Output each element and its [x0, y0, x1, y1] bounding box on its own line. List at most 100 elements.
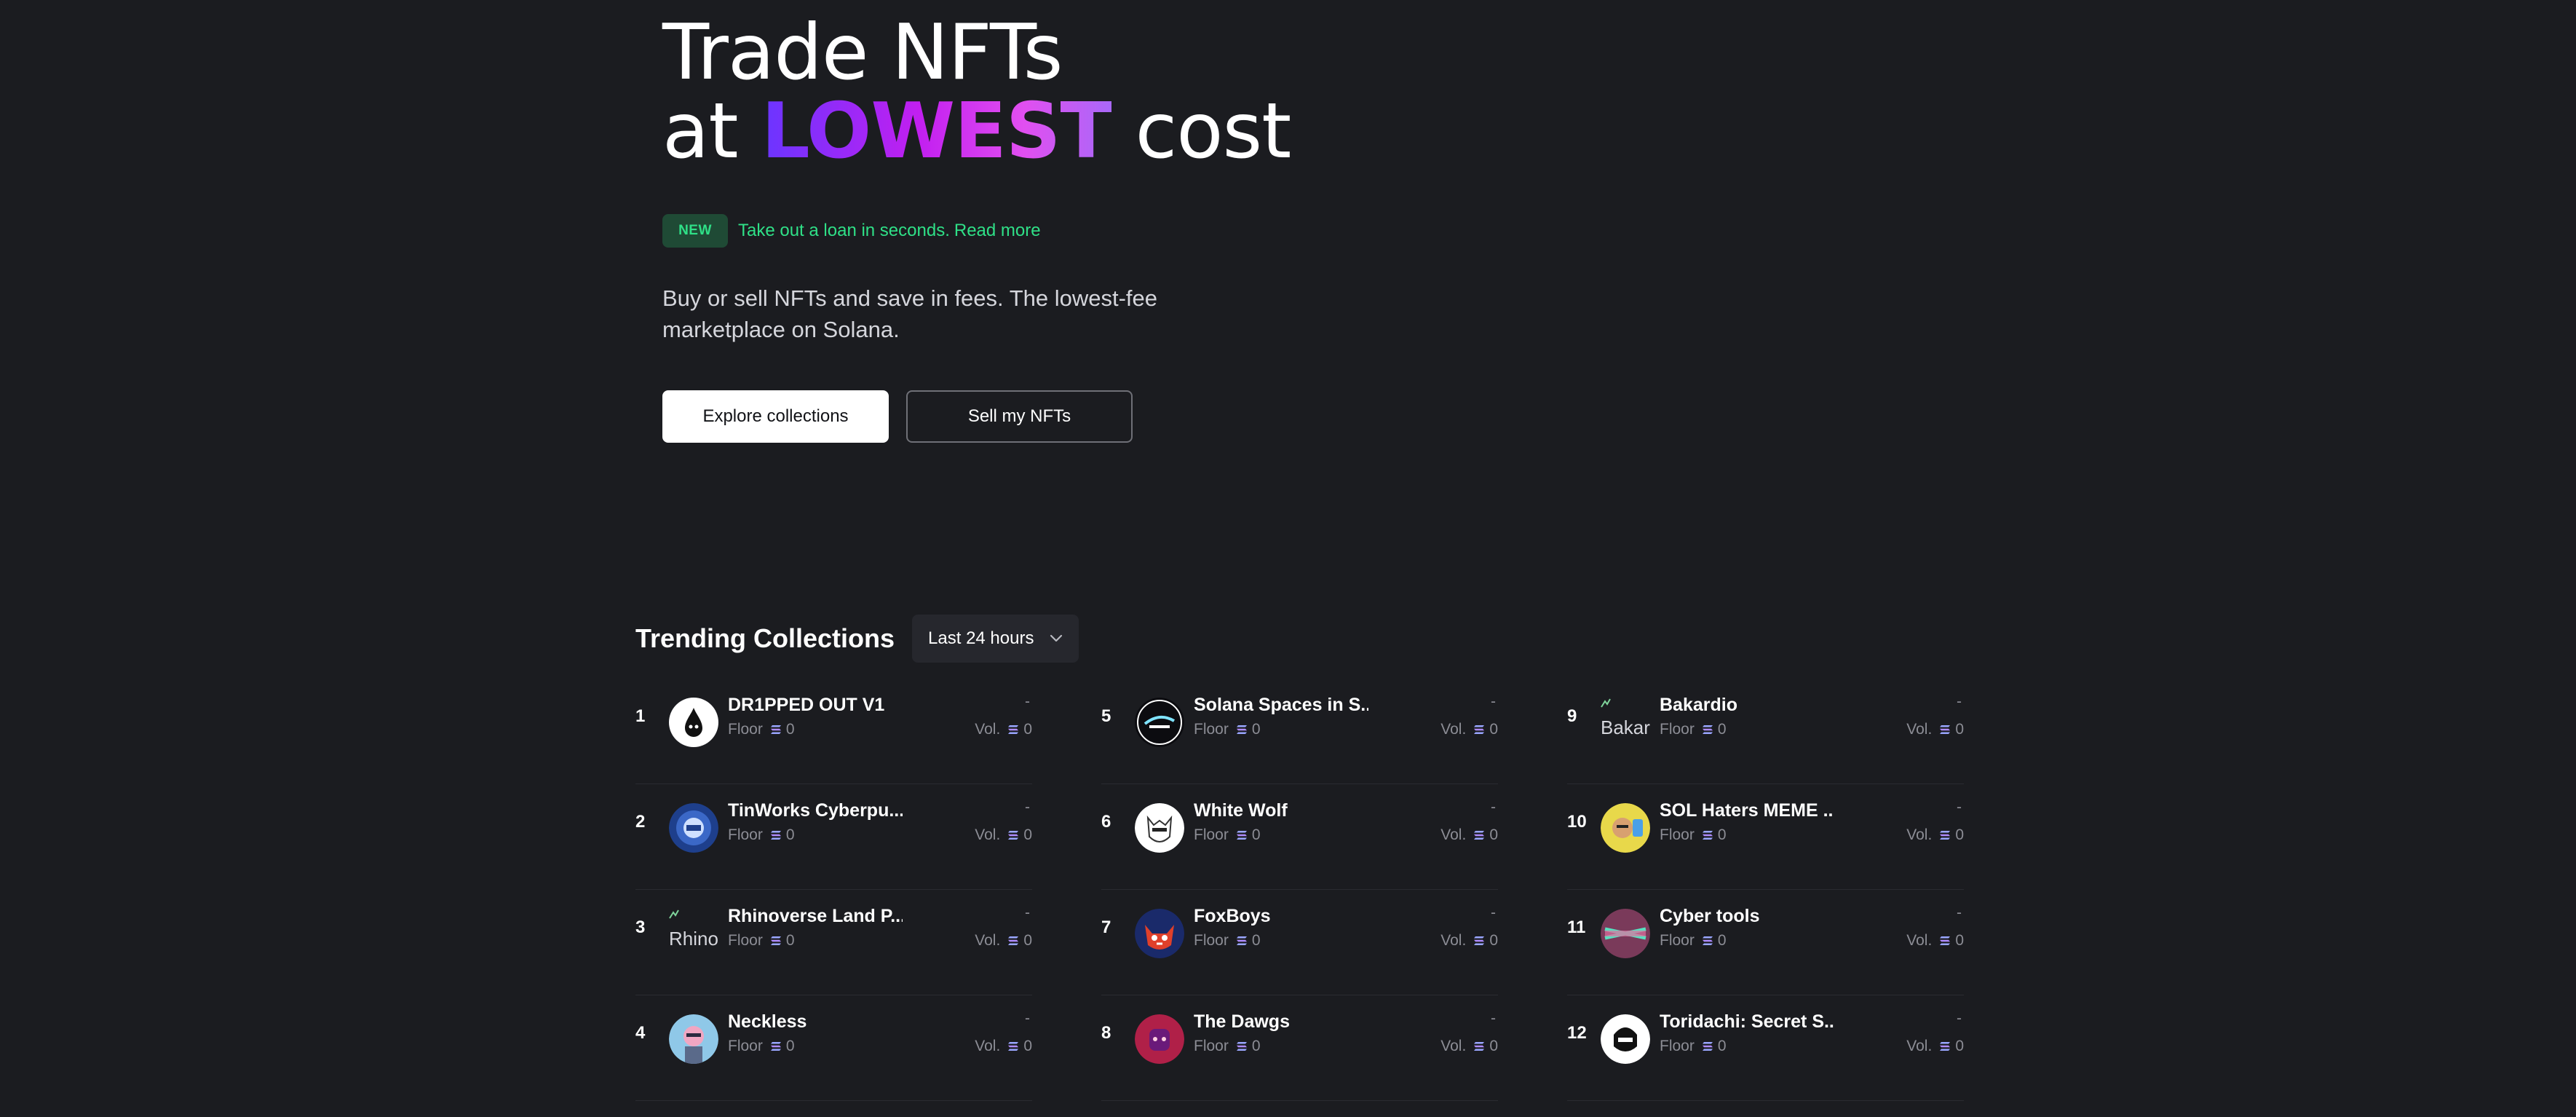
- broken-image-icon: Rhinov: [669, 909, 718, 958]
- collection-floor: Floor 0: [1660, 721, 1727, 738]
- collection-avatar: [1601, 1014, 1650, 1064]
- collection-change: -: [1957, 1010, 1962, 1027]
- floor-value: 0: [785, 1038, 795, 1054]
- collection-row[interactable]: 12 Toridachi: Secret S... Floor 0 - Vol.: [1567, 995, 1964, 1101]
- collection-volume: Vol. 0: [1906, 721, 1964, 738]
- floor-label: Floor: [1194, 721, 1229, 738]
- solana-icon: [1939, 1041, 1951, 1051]
- vol-value: 0: [1955, 932, 1964, 949]
- trending-column-2: 5 Solana Spaces in S... Floor 0 - Vol. 0…: [1101, 679, 1498, 1101]
- vol-label: Vol.: [975, 1038, 1001, 1054]
- collection-volume: Vol. 0: [1440, 932, 1498, 950]
- solana-icon: [1939, 725, 1951, 735]
- floor-value: 0: [1717, 721, 1727, 738]
- hero-title-line-1: Trade NFTs: [662, 8, 1063, 97]
- collection-row[interactable]: 10 SOL Haters MEME ... Floor 0 - Vol. 0: [1567, 784, 1964, 890]
- floor-value: 0: [785, 826, 795, 843]
- announcement-message: Take out a loan in seconds.: [738, 221, 950, 240]
- collection-name: White Wolf: [1194, 800, 1288, 821]
- collection-row[interactable]: 9 Bakard Bakardio Floor 0 - Vol.: [1567, 679, 1964, 784]
- solana-icon: [1007, 725, 1019, 735]
- floor-label: Floor: [728, 826, 763, 843]
- collection-name: FoxBoys: [1194, 906, 1271, 926]
- solana-icon: [1702, 725, 1713, 735]
- period-dropdown[interactable]: Last 24 hours: [912, 615, 1079, 663]
- collection-row[interactable]: 5 Solana Spaces in S... Floor 0 - Vol. 0: [1101, 679, 1498, 784]
- vol-value: 0: [1023, 721, 1032, 738]
- collection-name: Rhinoverse Land P...: [728, 906, 903, 926]
- solana-icon: [770, 936, 782, 946]
- collection-row[interactable]: 11 Cyber tools Floor 0 - Vol. 0: [1567, 890, 1964, 995]
- vol-value: 0: [1489, 721, 1498, 738]
- collection-row[interactable]: 4 Neckless Floor 0 - Vol. 0: [635, 995, 1032, 1101]
- vol-label: Vol.: [1906, 932, 1933, 949]
- collection-floor: Floor 0: [1660, 826, 1727, 844]
- floor-value: 0: [1251, 826, 1261, 843]
- collection-row[interactable]: 6 White Wolf Floor 0 - Vol. 0: [1101, 784, 1498, 890]
- collection-change: -: [1957, 799, 1962, 816]
- collection-volume: Vol. 0: [1906, 1038, 1964, 1055]
- collection-name: Solana Spaces in S...: [1194, 695, 1368, 715]
- avatar-alt-text: Rhinov: [669, 928, 718, 950]
- collection-rank: 3: [635, 917, 646, 937]
- announcement-text: Take out a loan in seconds. Read more: [738, 221, 1041, 241]
- collection-row[interactable]: 1 DR1PPED OUT V1 Floor 0 - Vol. 0: [635, 679, 1032, 784]
- hero-section: Trade NFTs at LOWEST cost NEW Take out a…: [662, 13, 1681, 443]
- solana-icon: [1007, 830, 1019, 840]
- hero-description: Buy or sell NFTs and save in fees. The l…: [662, 285, 1158, 342]
- solana-icon: [1702, 1041, 1713, 1051]
- trending-header: Trending Collections Last 24 hours: [635, 615, 1967, 663]
- collection-change: -: [1491, 904, 1496, 921]
- collection-volume: Vol. 0: [1440, 826, 1498, 844]
- collection-change: -: [1025, 904, 1030, 921]
- collection-floor: Floor 0: [728, 826, 795, 844]
- floor-label: Floor: [728, 721, 763, 738]
- floor-label: Floor: [728, 932, 763, 949]
- new-badge: NEW: [662, 214, 728, 248]
- solana-icon: [770, 830, 782, 840]
- collection-volume: Vol. 0: [975, 1038, 1032, 1055]
- collection-row[interactable]: 8 The Dawgs Floor 0 - Vol. 0: [1101, 995, 1498, 1101]
- collection-avatar: [669, 698, 718, 747]
- collection-row[interactable]: 7 FoxBoys Floor 0 - Vol. 0: [1101, 890, 1498, 995]
- collection-rank: 1: [635, 706, 646, 726]
- vol-label: Vol.: [1440, 721, 1467, 738]
- collection-floor: Floor 0: [728, 932, 795, 950]
- solana-icon: [1473, 830, 1485, 840]
- explore-collections-button[interactable]: Explore collections: [662, 390, 889, 443]
- vol-value: 0: [1955, 721, 1964, 738]
- collection-name: The Dawgs: [1194, 1011, 1290, 1032]
- collection-floor: Floor 0: [728, 721, 795, 738]
- collection-row[interactable]: 3 Rhinov Rhinoverse Land P... Floor 0 - …: [635, 890, 1032, 995]
- read-more-link[interactable]: Read more: [954, 221, 1041, 240]
- vol-label: Vol.: [1440, 932, 1467, 949]
- solana-icon: [1473, 936, 1485, 946]
- vol-value: 0: [1023, 1038, 1032, 1054]
- floor-label: Floor: [1660, 721, 1695, 738]
- collection-volume: Vol. 0: [1906, 826, 1964, 844]
- collection-floor: Floor 0: [728, 1038, 795, 1055]
- floor-value: 0: [1251, 932, 1261, 949]
- announcement-banner[interactable]: NEW Take out a loan in seconds. Read more: [662, 214, 1681, 248]
- floor-value: 0: [1251, 1038, 1261, 1054]
- trending-grid: 1 DR1PPED OUT V1 Floor 0 - Vol. 0 2 TinW…: [635, 679, 1967, 1116]
- page: Trade NFTs at LOWEST cost NEW Take out a…: [0, 0, 2576, 1117]
- collection-rank: 10: [1567, 812, 1587, 832]
- sell-my-nfts-button[interactable]: Sell my NFTs: [906, 390, 1133, 443]
- solana-icon: [770, 1041, 782, 1051]
- collection-change: -: [1491, 799, 1496, 816]
- collection-change: -: [1025, 693, 1030, 710]
- collection-floor: Floor 0: [1660, 932, 1727, 950]
- collection-row[interactable]: 2 TinWorks Cyberpu... Floor 0 - Vol. 0: [635, 784, 1032, 890]
- trending-column-3: 9 Bakard Bakardio Floor 0 - Vol.: [1567, 679, 1964, 1101]
- collection-name: Toridachi: Secret S...: [1660, 1011, 1834, 1032]
- collection-change: -: [1957, 693, 1962, 710]
- solana-icon: [770, 725, 782, 735]
- vol-label: Vol.: [1906, 1038, 1933, 1054]
- collection-floor: Floor 0: [1660, 1038, 1727, 1055]
- period-value: Last 24 hours: [928, 628, 1034, 648]
- chevron-down-icon: [1050, 634, 1063, 643]
- floor-value: 0: [1717, 1038, 1727, 1054]
- collection-volume: Vol. 0: [975, 826, 1032, 844]
- solana-icon: [1702, 936, 1713, 946]
